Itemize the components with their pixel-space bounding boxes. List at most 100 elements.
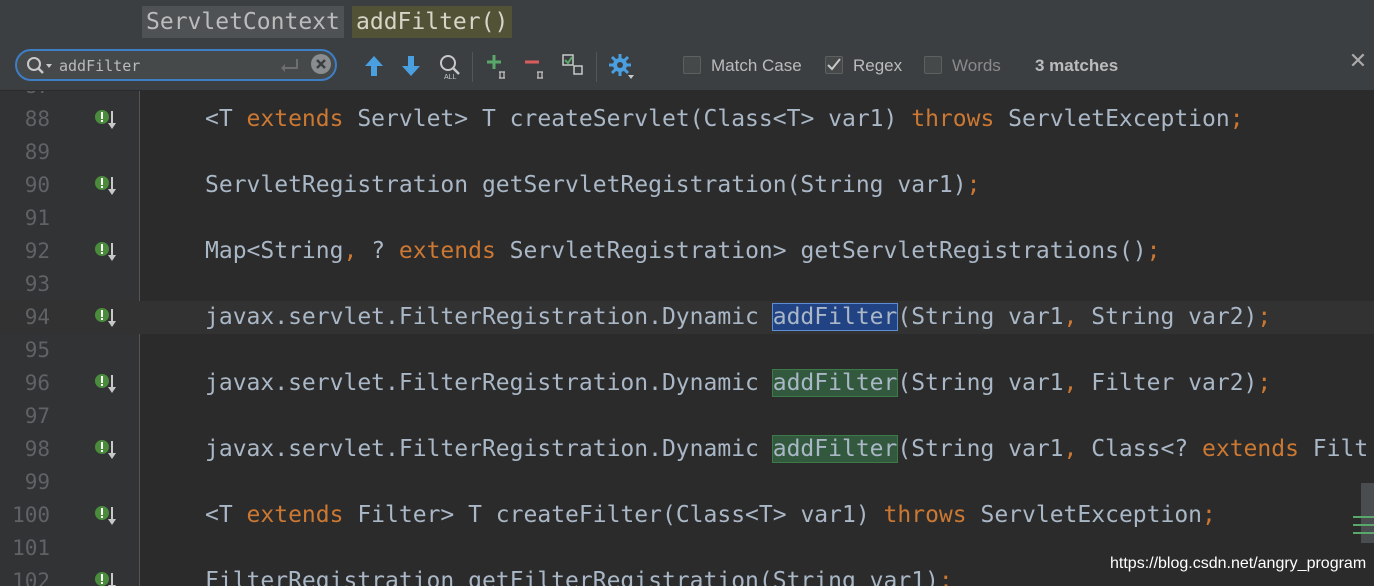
words-label[interactable]: Words [952, 54, 1001, 78]
line-number: 99 [24, 470, 50, 494]
implemented-method-icon[interactable] [94, 439, 118, 461]
error-stripe-mark[interactable] [1353, 524, 1374, 526]
add-occurrence-icon[interactable] [484, 52, 512, 80]
ide-window: ServletContext addFilter() addFilter ALL… [0, 0, 1374, 586]
line-number: 96 [24, 371, 50, 395]
implemented-method-icon[interactable] [94, 373, 118, 395]
code-token: Servlet> T createServlet(Class<T> var1) [343, 106, 912, 132]
line-number: 88 [24, 107, 50, 131]
code-text[interactable]: <T extends Servlet> T createServlet(Clas… [205, 103, 1244, 136]
code-token: String var2) [1077, 304, 1258, 330]
code-text[interactable]: javax.servlet.FilterRegistration.Dynamic… [205, 433, 1368, 466]
code-line[interactable]: 100 <T extends Filter> T createFilter(Cla… [0, 499, 1374, 532]
line-number: 92 [24, 239, 50, 263]
code-token: <T [205, 502, 247, 528]
code-line[interactable]: 87 [0, 91, 1374, 103]
breadcrumb-item-class[interactable]: ServletContext [142, 6, 344, 38]
keyword-token: ; [1202, 502, 1216, 528]
regex-checkbox[interactable] [825, 56, 843, 74]
error-stripe-mark[interactable] [1353, 532, 1374, 534]
search-field[interactable] [15, 49, 337, 81]
code-editor[interactable]: 87 88 <T extends Servlet> T createServlet(… [0, 91, 1374, 586]
code-text[interactable]: javax.servlet.FilterRegistration.Dynamic… [205, 301, 1271, 334]
code-line[interactable]: 96 javax.servlet.FilterRegistration.Dynam… [0, 367, 1374, 400]
error-stripe-mark[interactable] [1353, 516, 1374, 518]
implemented-method-icon[interactable] [94, 175, 118, 197]
scrollbar-thumb[interactable] [1361, 483, 1374, 543]
code-token: (String var1 [897, 370, 1064, 396]
remove-occurrence-icon[interactable] [522, 52, 550, 80]
close-icon[interactable]: ✕ [1346, 50, 1370, 74]
checkmark-icon [827, 58, 841, 71]
code-token: ServletRegistration getServletRegistrati… [205, 172, 967, 198]
code-token: Map<String [205, 238, 344, 264]
keyword-token: throws [883, 502, 967, 528]
code-token: javax.servlet.FilterRegistration.Dynamic [205, 436, 773, 462]
code-text[interactable]: javax.servlet.FilterRegistration.Dynamic… [205, 367, 1271, 400]
match-case-checkbox[interactable] [683, 56, 701, 74]
implemented-method-icon[interactable] [94, 109, 118, 131]
code-line[interactable]: 91 [0, 202, 1374, 235]
code-token: Class<? [1077, 436, 1203, 462]
search-input[interactable] [59, 55, 279, 77]
search-match[interactable]: addFilter [771, 303, 899, 331]
line-number: 100 [12, 503, 50, 527]
code-line[interactable]: 88 <T extends Servlet> T createServlet(Cl… [0, 103, 1374, 136]
code-text[interactable]: ServletRegistration getServletRegistrati… [205, 169, 980, 202]
code-line[interactable]: 98 javax.servlet.FilterRegistration.Dynam… [0, 433, 1374, 466]
code-token: (String var1 [897, 304, 1064, 330]
clear-search-icon[interactable] [311, 54, 331, 74]
code-line[interactable]: 94 javax.servlet.FilterRegistration.Dynam… [0, 301, 1374, 334]
find-toolbar: ALL Match Case [0, 44, 1374, 91]
keyword-token: extends [398, 238, 496, 264]
code-line[interactable]: 95 [0, 334, 1374, 367]
line-number: 90 [24, 173, 50, 197]
find-all-icon[interactable]: ALL [436, 52, 464, 80]
implemented-method-icon[interactable] [94, 571, 118, 586]
code-token: ServletRegistration> getServletRegistrat… [495, 238, 1147, 264]
code-text[interactable]: Map<String, ? extends ServletRegistratio… [205, 235, 1161, 268]
code-token: Filter> T createFilter(Class<T> var1) [343, 502, 884, 528]
search-match[interactable]: addFilter [771, 369, 899, 397]
settings-gear-icon[interactable] [607, 52, 635, 80]
select-all-occurrences-icon[interactable] [560, 52, 588, 80]
breadcrumb-item-method[interactable]: addFilter() [352, 6, 513, 38]
keyword-token: , [1063, 304, 1078, 330]
line-number: 91 [24, 206, 50, 230]
line-number: 93 [24, 272, 50, 296]
code-text[interactable]: <T extends Filter> T createFilter(Class<… [205, 499, 1216, 532]
implemented-method-icon[interactable] [94, 505, 118, 527]
svg-text:ALL: ALL [444, 74, 457, 80]
previous-occurrence-icon[interactable] [360, 52, 388, 80]
implemented-method-icon[interactable] [94, 241, 118, 263]
keyword-token: , [1063, 436, 1078, 462]
keyword-token: ; [1257, 304, 1272, 330]
regex-label[interactable]: Regex [853, 54, 902, 78]
code-line[interactable]: 90 ServletRegistration getServletRegistra… [0, 169, 1374, 202]
code-token: javax.servlet.FilterRegistration.Dynamic [205, 304, 773, 330]
code-token: Filter var2) [1077, 370, 1258, 396]
code-token: (String var1 [897, 436, 1064, 462]
code-token: ServletException [994, 106, 1230, 132]
code-line[interactable]: 93 [0, 268, 1374, 301]
keyword-token: extends [246, 106, 344, 132]
code-line[interactable]: 92 Map<String, ? extends ServletRegistrat… [0, 235, 1374, 268]
words-checkbox[interactable] [924, 56, 942, 74]
line-number: 94 [24, 305, 50, 329]
watermark: https://blog.csdn.net/angry_program [1110, 555, 1367, 572]
code-text[interactable]: FilterRegistration getFilterRegistration… [205, 565, 953, 586]
next-occurrence-icon[interactable] [397, 52, 425, 80]
code-line[interactable]: 97 [0, 400, 1374, 433]
toolbar-separator [596, 52, 597, 82]
keyword-token: throws [911, 106, 995, 132]
search-match[interactable]: addFilter [771, 435, 899, 463]
code-line[interactable]: 89 [0, 136, 1374, 169]
code-line[interactable]: 99 [0, 466, 1374, 499]
breadcrumb: ServletContext addFilter() [0, 0, 1374, 45]
line-number: 87 [0, 91, 50, 103]
implemented-method-icon[interactable] [94, 307, 118, 329]
match-count: 3 matches [1035, 56, 1119, 75]
line-number: 97 [24, 404, 50, 428]
match-case-label[interactable]: Match Case [711, 54, 802, 78]
search-history-icon[interactable] [25, 55, 55, 77]
